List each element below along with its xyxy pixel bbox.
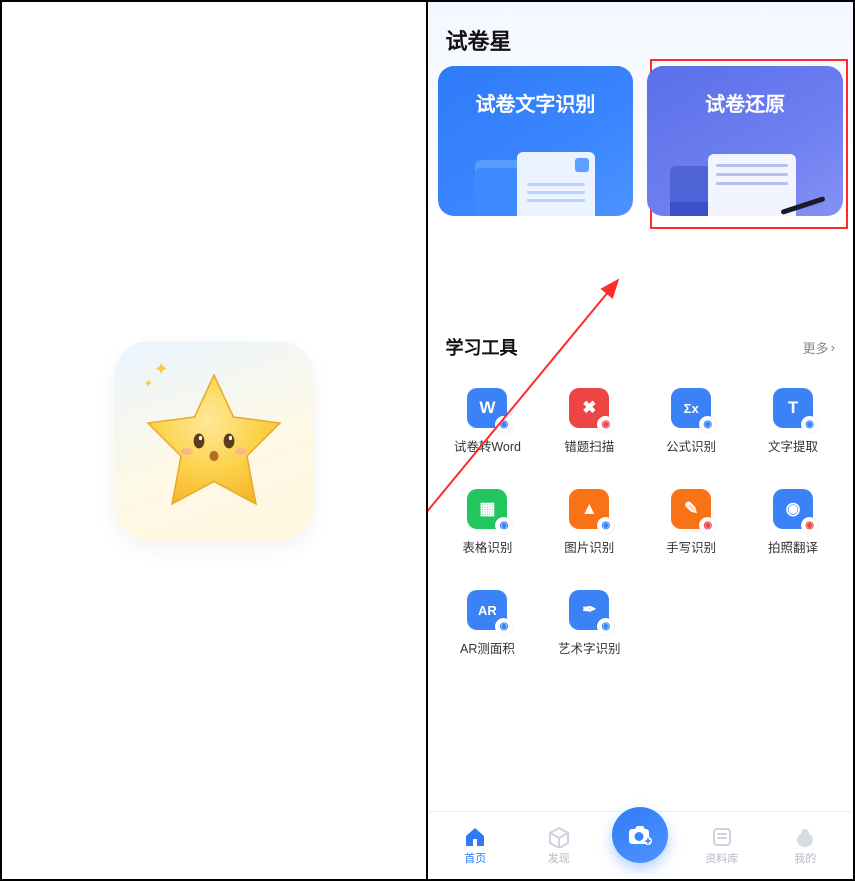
tool-item[interactable]: ✖◉ 错题扫描 <box>543 380 635 463</box>
tool-item[interactable]: T◉ 文字提取 <box>747 380 839 463</box>
feature-card-restore[interactable]: 试卷还原 <box>647 66 843 216</box>
camera-fab[interactable] <box>612 807 668 863</box>
tab-home[interactable]: 首页 <box>445 826 505 866</box>
tool-badge-icon: ◉ <box>597 618 614 635</box>
tab-mine[interactable]: 我的 <box>775 826 835 866</box>
tool-item[interactable]: AR◉ AR测面积 <box>442 582 534 665</box>
tool-label: 试卷转Word <box>454 436 521 455</box>
tool-label: 文字提取 <box>768 436 818 455</box>
tool-badge-icon: ◉ <box>495 517 512 534</box>
tool-badge-icon: ◉ <box>699 416 716 433</box>
sparkle-icon: ✦ <box>144 377 153 390</box>
tool-icon: ✎◉ <box>671 489 711 529</box>
section-title: 学习工具 <box>446 334 518 360</box>
app-home-screen: 试卷星 试卷文字识别 试卷还原 学习 <box>428 2 854 879</box>
tool-icon: ✒◉ <box>569 590 609 630</box>
feature-card-label: 试卷还原 <box>661 88 829 117</box>
feature-card-label: 试卷文字识别 <box>452 88 620 117</box>
app-icon: ✦ ✦ <box>114 341 314 541</box>
splash-panel: ✦ ✦ <box>2 2 428 879</box>
tool-item[interactable]: ✒◉ 艺术字识别 <box>543 582 635 665</box>
tool-icon: T◉ <box>773 388 813 428</box>
feature-card-ocr[interactable]: 试卷文字识别 <box>438 66 634 216</box>
tool-item[interactable]: ◉◉ 拍照翻译 <box>747 481 839 564</box>
tool-label: AR测面积 <box>460 638 515 657</box>
tab-library[interactable]: 资料库 <box>692 826 752 866</box>
tool-item[interactable]: Σx◉ 公式识别 <box>645 380 737 463</box>
tool-item[interactable]: ▦◉ 表格识别 <box>442 481 534 564</box>
tool-icon: AR◉ <box>467 590 507 630</box>
tool-badge-icon: ◉ <box>495 416 512 433</box>
tool-label: 表格识别 <box>462 537 512 556</box>
app-title: 试卷星 <box>428 2 854 66</box>
tool-badge-icon: ◉ <box>597 517 614 534</box>
tool-icon: W◉ <box>467 388 507 428</box>
tab-bar: 首页 发现 资料库 <box>428 811 854 879</box>
tool-item[interactable]: W◉ 试卷转Word <box>442 380 534 463</box>
tab-discover[interactable]: 发现 <box>529 826 589 866</box>
tool-icon: ▦◉ <box>467 489 507 529</box>
tool-label: 公式识别 <box>666 436 716 455</box>
tab-label: 资料库 <box>705 850 738 866</box>
more-link[interactable]: 更多 › <box>803 338 835 357</box>
tool-icon: ◉◉ <box>773 489 813 529</box>
home-icon <box>463 826 487 848</box>
sparkle-icon: ✦ <box>154 359 169 380</box>
tool-badge-icon: ◉ <box>699 517 716 534</box>
tool-icon: Σx◉ <box>671 388 711 428</box>
tool-label: 拍照翻译 <box>768 537 818 556</box>
restore-icon <box>670 146 820 216</box>
tool-badge-icon: ◉ <box>495 618 512 635</box>
tool-icon: ✖◉ <box>569 388 609 428</box>
tool-label: 艺术字识别 <box>558 638 621 657</box>
more-label: 更多 <box>803 338 829 357</box>
person-icon <box>793 826 817 848</box>
tool-label: 图片识别 <box>564 537 614 556</box>
star-character-icon <box>139 366 289 516</box>
tool-item[interactable]: ✎◉ 手写识别 <box>645 481 737 564</box>
box-icon <box>547 826 571 848</box>
tool-label: 手写识别 <box>666 537 716 556</box>
tab-label: 发现 <box>548 850 570 866</box>
camera-plus-icon <box>626 821 654 849</box>
tab-label: 首页 <box>464 850 486 866</box>
tool-item[interactable]: ▲◉ 图片识别 <box>543 481 635 564</box>
tool-badge-icon: ◉ <box>597 416 614 433</box>
tool-badge-icon: ◉ <box>801 517 818 534</box>
tab-label: 我的 <box>794 850 816 866</box>
tool-icon: ▲◉ <box>569 489 609 529</box>
tool-grid: W◉ 试卷转Word ✖◉ 错题扫描 Σx◉ 公式识别 T◉ 文字提取 ▦◉ 表格识别 ▲◉ 图片识别… <box>428 366 854 665</box>
tool-badge-icon: ◉ <box>801 416 818 433</box>
library-icon <box>710 826 734 848</box>
document-icon <box>475 146 595 216</box>
tool-label: 错题扫描 <box>564 436 614 455</box>
chevron-right-icon: › <box>831 340 835 355</box>
feature-cards-row: 试卷文字识别 试卷还原 <box>428 66 854 216</box>
